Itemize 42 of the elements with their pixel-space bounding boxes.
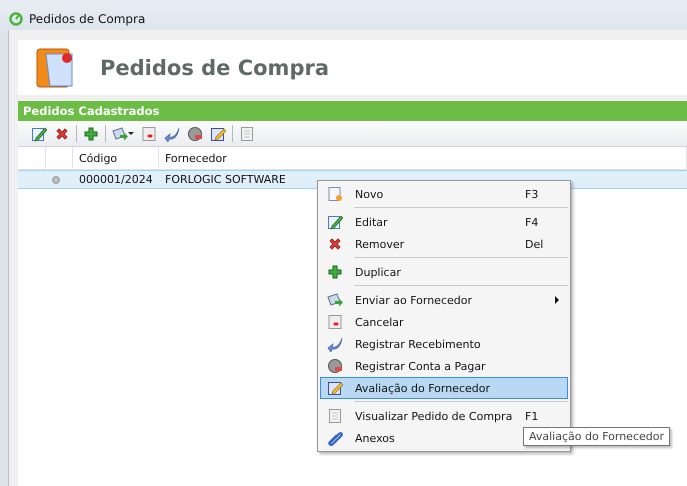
tooltip: Avaliação do Fornecedor [523, 427, 670, 446]
curved-arrow-icon [164, 126, 180, 142]
clipboard-pencil-icon [327, 380, 343, 396]
cancel-document-icon [141, 126, 157, 142]
pencil-icon [31, 126, 47, 142]
toolbar-button[interactable] [186, 124, 204, 142]
document-icon [327, 408, 343, 424]
section-title: Pedidos Cadastrados [23, 104, 160, 118]
menu-item[interactable]: Avaliação do Fornecedor [320, 377, 568, 399]
toolbar-button[interactable] [140, 124, 158, 142]
delete-icon [54, 126, 70, 142]
window-title: Pedidos de Compra [29, 12, 146, 26]
delete-icon [327, 236, 343, 252]
toolbar-button[interactable] [82, 124, 100, 142]
document-icon [239, 126, 255, 142]
status-dot [52, 176, 60, 184]
clipboard-pencil-icon [210, 126, 226, 142]
toolbar-button[interactable] [30, 124, 48, 142]
app-icon [9, 12, 23, 26]
coin-icon [187, 126, 203, 142]
paperclip-icon [327, 430, 343, 446]
plus-icon [327, 264, 343, 280]
menu-item[interactable]: Duplicar [320, 261, 568, 283]
envelope-arrow-icon [327, 292, 343, 308]
menu-item[interactable]: Registrar Conta a Pagar [320, 355, 568, 377]
menu-item[interactable]: Editar F4 [320, 211, 568, 233]
cancel-document-icon [327, 314, 343, 330]
plus-icon [83, 126, 99, 142]
caret-icon [128, 132, 134, 135]
pencil-icon [327, 214, 343, 230]
menu-item[interactable]: Remover Del [320, 233, 568, 255]
envelope-arrow-icon [112, 126, 128, 142]
page-title: Pedidos de Compra [100, 56, 330, 80]
menu-item[interactable]: Enviar ao Fornecedor [320, 289, 568, 311]
toolbar-button[interactable] [111, 124, 135, 142]
menu-item[interactable]: Registrar Recebimento [320, 333, 568, 355]
curved-arrow-icon [327, 336, 343, 352]
menu-item[interactable]: Visualizar Pedido de Compra F1 [320, 405, 568, 427]
coin-icon [327, 358, 343, 374]
table-cell: 000001/2024 [73, 170, 159, 189]
new-document-icon [327, 186, 343, 202]
menu-item[interactable]: Cancelar [320, 311, 568, 333]
